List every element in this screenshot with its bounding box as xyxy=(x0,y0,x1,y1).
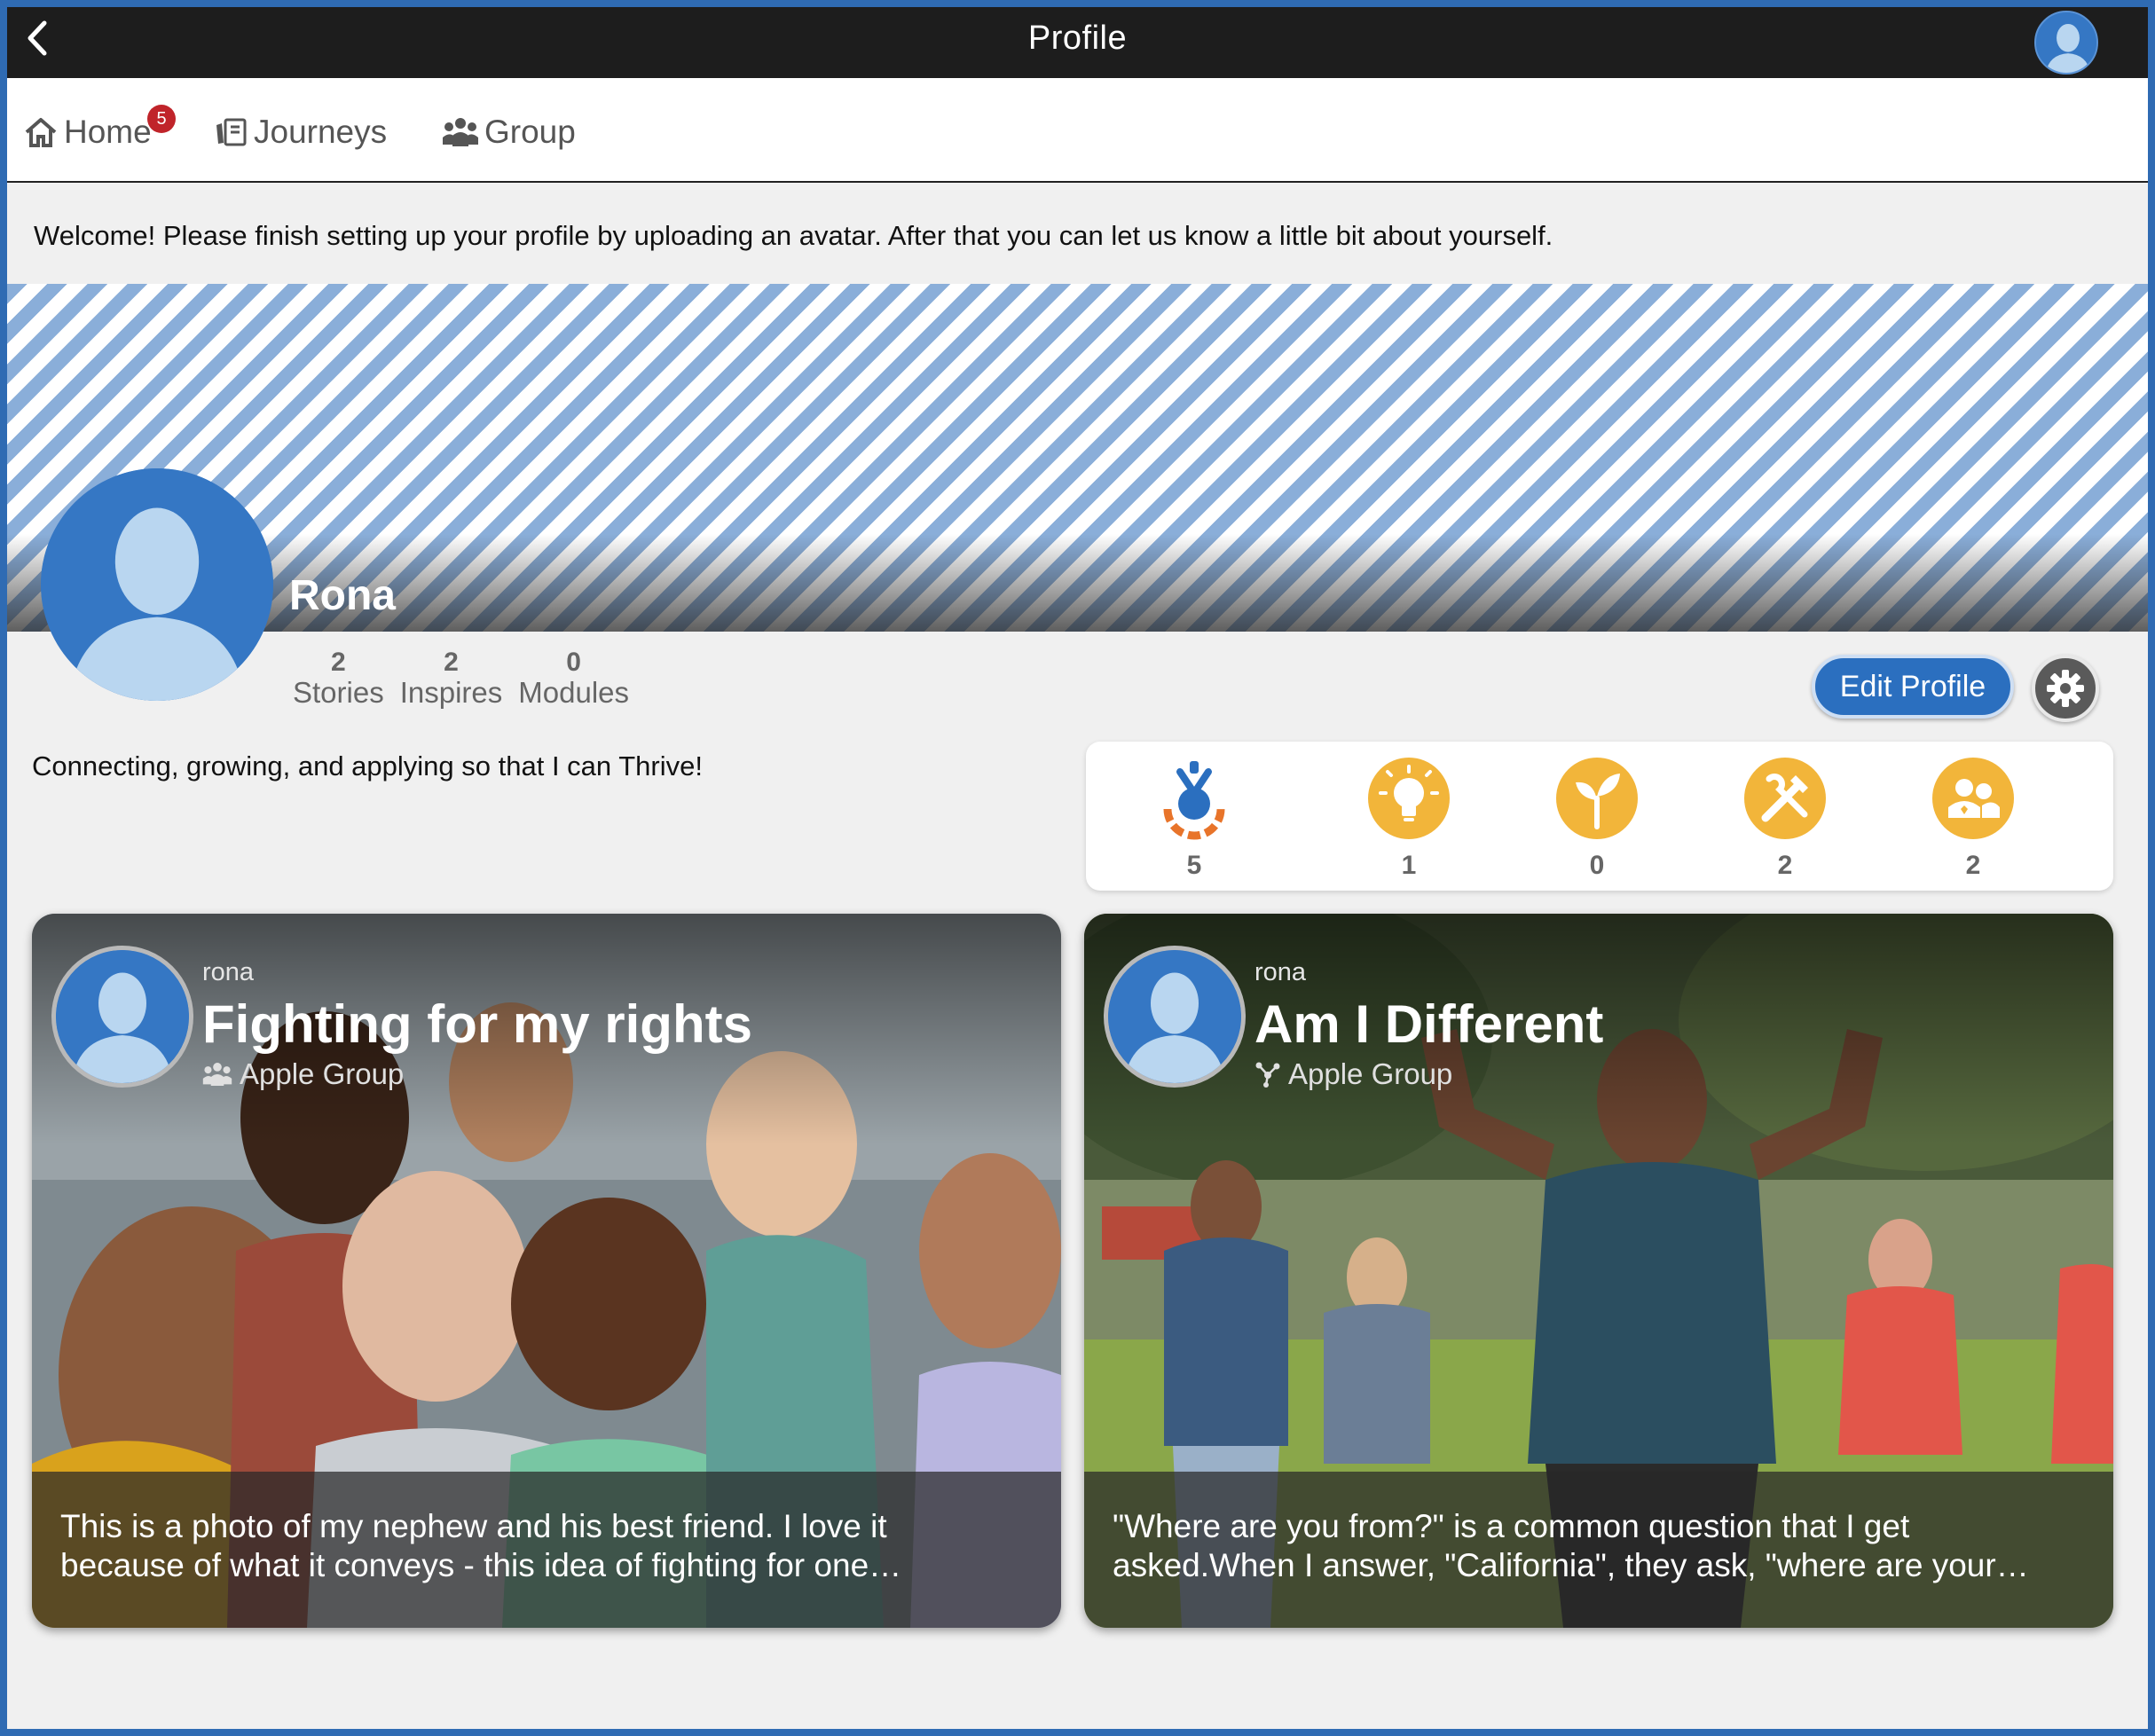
badge-people[interactable]: 2 xyxy=(1929,754,2017,881)
excerpt-line: because of what it conveys - this idea o… xyxy=(60,1547,902,1583)
stat-label: Inspires xyxy=(399,676,503,709)
profile-name: Rona xyxy=(289,572,396,619)
gear-icon xyxy=(2047,670,2084,707)
badge-count: 0 xyxy=(1589,851,1605,880)
excerpt-line: asked.When I answer, "California", they … xyxy=(1113,1547,2029,1583)
main-nav: Home 5 Journeys Group xyxy=(7,78,2148,183)
achievement-badges: 5 1 0 2 2 xyxy=(1086,742,2113,891)
group-icon xyxy=(202,1063,232,1086)
badge-journey[interactable]: 5 xyxy=(1150,754,1239,881)
profile-bio: Connecting, growing, and applying so tha… xyxy=(32,750,703,782)
profile-avatar[interactable] xyxy=(41,468,273,701)
story-group-label: Apple Group xyxy=(1288,1057,1453,1090)
story-group-label: Apple Group xyxy=(240,1057,405,1090)
stat-value: 0 xyxy=(566,648,581,677)
nav-home[interactable]: Home xyxy=(23,114,152,151)
story-excerpt: This is a photo of my nephew and his bes… xyxy=(32,1472,1061,1628)
title-bar: Profile xyxy=(7,7,2148,78)
story-excerpt: "Where are you from?" is a common questi… xyxy=(1084,1472,2113,1628)
tools-icon xyxy=(1744,758,1826,839)
group-icon xyxy=(443,118,478,146)
settings-button[interactable] xyxy=(2032,655,2099,722)
stat-label: Modules xyxy=(518,676,630,709)
stat-inspires[interactable]: 2 Inspires xyxy=(400,648,503,708)
sprout-icon xyxy=(1556,758,1638,839)
stat-value: 2 xyxy=(444,648,459,677)
excerpt-line: This is a photo of my nephew and his bes… xyxy=(60,1508,887,1544)
stat-modules[interactable]: 0 Modules xyxy=(518,648,629,708)
story-title: Fighting for my rights xyxy=(202,994,752,1054)
page-title: Profile xyxy=(1027,20,1128,57)
lightbulb-icon xyxy=(1368,758,1450,839)
nav-group-label: Group xyxy=(484,114,576,150)
journey-badge-icon xyxy=(1163,761,1225,840)
author-avatar xyxy=(1104,946,1246,1088)
profile-stats: 2 Stories 2 Inspires 0 Modules xyxy=(293,648,629,708)
story-author: rona xyxy=(202,958,255,986)
badge-count: 1 xyxy=(1401,851,1417,880)
nav-group[interactable]: Group xyxy=(442,114,576,151)
app-window: Profile Home 5 Journeys Group Welcome! P… xyxy=(0,0,2155,1736)
badge-lightbulb[interactable]: 1 xyxy=(1365,754,1453,881)
stat-stories[interactable]: 2 Stories xyxy=(293,648,384,708)
story-author: rona xyxy=(1254,958,1307,986)
edit-profile-button[interactable]: Edit Profile xyxy=(1812,655,2014,719)
badge-count: 2 xyxy=(1777,851,1793,880)
story-group[interactable]: Apple Group xyxy=(1254,1057,1452,1091)
nav-home-label: Home xyxy=(64,114,152,150)
avatar-silhouette-icon xyxy=(2036,12,2096,73)
user-avatar-button[interactable] xyxy=(2034,11,2098,75)
nav-journeys[interactable]: Journeys xyxy=(213,114,387,151)
excerpt-line: "Where are you from?" is a common questi… xyxy=(1113,1508,1910,1544)
author-avatar xyxy=(51,946,193,1088)
avatar-silhouette-icon xyxy=(56,950,189,1083)
stat-value: 2 xyxy=(331,648,346,677)
stat-label: Stories xyxy=(293,676,384,709)
journeys-icon xyxy=(216,118,247,146)
story-card[interactable]: rona Am I Different Apple Group "Where a… xyxy=(1084,914,2113,1628)
badge-count: 5 xyxy=(1186,851,1202,880)
badge-sprout[interactable]: 0 xyxy=(1553,754,1641,881)
people-icon xyxy=(1932,758,2014,839)
welcome-message: Welcome! Please finish setting up your p… xyxy=(34,220,1553,251)
notification-badge: 5 xyxy=(147,105,176,133)
badge-tools[interactable]: 2 xyxy=(1741,754,1829,881)
nav-journeys-label: Journeys xyxy=(254,114,388,150)
story-group[interactable]: Apple Group xyxy=(202,1057,404,1091)
avatar-silhouette-icon xyxy=(41,468,273,701)
story-title: Am I Different xyxy=(1254,994,1604,1054)
avatar-silhouette-icon xyxy=(1108,950,1241,1083)
badge-count: 2 xyxy=(1965,851,1981,880)
network-icon xyxy=(1255,1062,1280,1088)
story-card[interactable]: rona Fighting for my rights Apple Group … xyxy=(32,914,1061,1628)
home-icon xyxy=(25,118,57,147)
